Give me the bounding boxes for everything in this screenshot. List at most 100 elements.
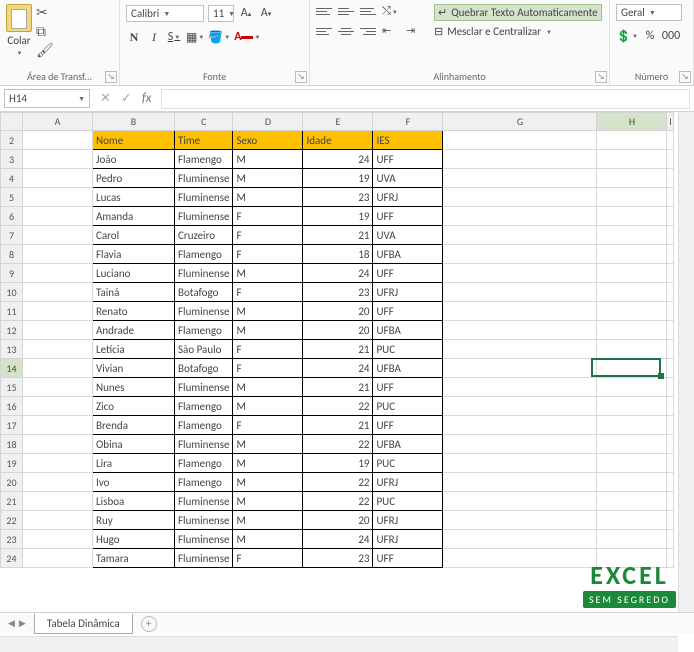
table-cell[interactable]: Zico: [93, 397, 175, 416]
row-header-14[interactable]: 14: [1, 359, 23, 378]
worksheet-grid[interactable]: ABCDEFGHI2NomeTimeSexoIdadeIES3JoãoFlame…: [0, 112, 694, 628]
table-cell[interactable]: M: [233, 454, 303, 473]
table-cell[interactable]: UFBA: [373, 435, 443, 454]
col-header-G[interactable]: G: [443, 113, 597, 131]
table-cell[interactable]: 19: [303, 207, 373, 226]
table-cell[interactable]: M: [233, 169, 303, 188]
col-header-F[interactable]: F: [373, 113, 443, 131]
table-cell[interactable]: F: [233, 283, 303, 302]
row-header-17[interactable]: 17: [1, 416, 23, 435]
table-cell[interactable]: UFRJ: [373, 473, 443, 492]
row-header-5[interactable]: 5: [1, 188, 23, 207]
tab-nav-next-icon[interactable]: ▶: [19, 618, 26, 629]
table-cell[interactable]: Nunes: [93, 378, 175, 397]
table-cell[interactable]: Fluminense: [175, 549, 233, 568]
table-cell[interactable]: UFRJ: [373, 511, 443, 530]
table-cell[interactable]: UFBA: [373, 245, 443, 264]
table-cell[interactable]: M: [233, 321, 303, 340]
table-cell[interactable]: F: [233, 549, 303, 568]
table-cell[interactable]: PUC: [373, 397, 443, 416]
table-header[interactable]: Sexo: [233, 131, 303, 150]
table-cell[interactable]: M: [233, 188, 303, 207]
table-cell[interactable]: Tamara: [93, 549, 175, 568]
dialog-launcher-icon[interactable]: ↘: [295, 71, 307, 83]
table-cell[interactable]: Brenda: [93, 416, 175, 435]
comma-style-icon[interactable]: 000: [662, 27, 680, 45]
table-cell[interactable]: 22: [303, 435, 373, 454]
table-cell[interactable]: M: [233, 492, 303, 511]
col-header-D[interactable]: D: [233, 113, 303, 131]
table-cell[interactable]: Fluminense: [175, 492, 233, 511]
table-cell[interactable]: 18: [303, 245, 373, 264]
table-cell[interactable]: Obina: [93, 435, 175, 454]
table-header[interactable]: IES: [373, 131, 443, 150]
table-cell[interactable]: 24: [303, 264, 373, 283]
table-cell[interactable]: M: [233, 150, 303, 169]
table-cell[interactable]: F: [233, 340, 303, 359]
paste-icon[interactable]: [6, 4, 32, 32]
table-cell[interactable]: 24: [303, 530, 373, 549]
table-cell[interactable]: UFRJ: [373, 188, 443, 207]
sheet-tab[interactable]: Tabela Dinâmica: [34, 614, 133, 634]
table-cell[interactable]: 23: [303, 283, 373, 302]
formula-input[interactable]: [161, 89, 690, 109]
table-cell[interactable]: M: [233, 435, 303, 454]
table-cell[interactable]: 24: [303, 150, 373, 169]
table-cell[interactable]: 23: [303, 549, 373, 568]
table-cell[interactable]: Vivian: [93, 359, 175, 378]
table-cell[interactable]: Renato: [93, 302, 175, 321]
row-header-23[interactable]: 23: [1, 530, 23, 549]
table-cell[interactable]: UFF: [373, 150, 443, 169]
col-header-H[interactable]: H: [597, 113, 667, 131]
table-cell[interactable]: Lira: [93, 454, 175, 473]
row-header-16[interactable]: 16: [1, 397, 23, 416]
merge-center-button[interactable]: ⊟Mesclar e Centralizar▼: [434, 25, 602, 38]
row-header-6[interactable]: 6: [1, 207, 23, 226]
row-header-9[interactable]: 9: [1, 264, 23, 283]
col-header-C[interactable]: C: [175, 113, 233, 131]
table-cell[interactable]: M: [233, 397, 303, 416]
table-cell[interactable]: UFBA: [373, 359, 443, 378]
add-sheet-button[interactable]: +: [141, 616, 157, 632]
row-header-13[interactable]: 13: [1, 340, 23, 359]
table-cell[interactable]: 19: [303, 454, 373, 473]
table-cell[interactable]: 21: [303, 416, 373, 435]
chevron-down-icon[interactable]: ▼: [17, 49, 23, 57]
underline-button[interactable]: S▼: [166, 28, 182, 46]
row-header-21[interactable]: 21: [1, 492, 23, 511]
name-box[interactable]: H14▼: [4, 89, 90, 108]
table-cell[interactable]: Fluminense: [175, 264, 233, 283]
table-cell[interactable]: UFF: [373, 207, 443, 226]
wrap-text-button[interactable]: ↵Quebrar Texto Automaticamente: [434, 4, 602, 21]
italic-button[interactable]: I: [146, 28, 162, 46]
table-cell[interactable]: UVA: [373, 226, 443, 245]
table-cell[interactable]: Luciano: [93, 264, 175, 283]
row-header-7[interactable]: 7: [1, 226, 23, 245]
row-header-3[interactable]: 3: [1, 150, 23, 169]
align-top-icon[interactable]: [316, 4, 332, 18]
copy-icon[interactable]: ⧉: [36, 23, 54, 40]
table-cell[interactable]: Flamengo: [175, 245, 233, 264]
row-header-4[interactable]: 4: [1, 169, 23, 188]
dialog-launcher-icon[interactable]: ↘: [595, 71, 607, 83]
table-cell[interactable]: PUC: [373, 340, 443, 359]
decrease-font-icon[interactable]: A▾: [258, 4, 274, 22]
table-cell[interactable]: UFF: [373, 378, 443, 397]
format-painter-icon[interactable]: 🖌: [36, 42, 54, 59]
table-cell[interactable]: M: [233, 378, 303, 397]
row-header-18[interactable]: 18: [1, 435, 23, 454]
table-cell[interactable]: 21: [303, 340, 373, 359]
table-cell[interactable]: Carol: [93, 226, 175, 245]
row-header-20[interactable]: 20: [1, 473, 23, 492]
table-cell[interactable]: Flamengo: [175, 416, 233, 435]
table-cell[interactable]: Botafogo: [175, 359, 233, 378]
row-header-8[interactable]: 8: [1, 245, 23, 264]
table-cell[interactable]: 22: [303, 397, 373, 416]
row-header-24[interactable]: 24: [1, 549, 23, 568]
font-name-select[interactable]: Calibri▼: [126, 5, 204, 22]
table-cell[interactable]: UFF: [373, 549, 443, 568]
tab-nav-prev-icon[interactable]: ◀: [8, 618, 15, 629]
select-all-corner[interactable]: [1, 113, 23, 131]
table-cell[interactable]: Botafogo: [175, 283, 233, 302]
row-header-10[interactable]: 10: [1, 283, 23, 302]
